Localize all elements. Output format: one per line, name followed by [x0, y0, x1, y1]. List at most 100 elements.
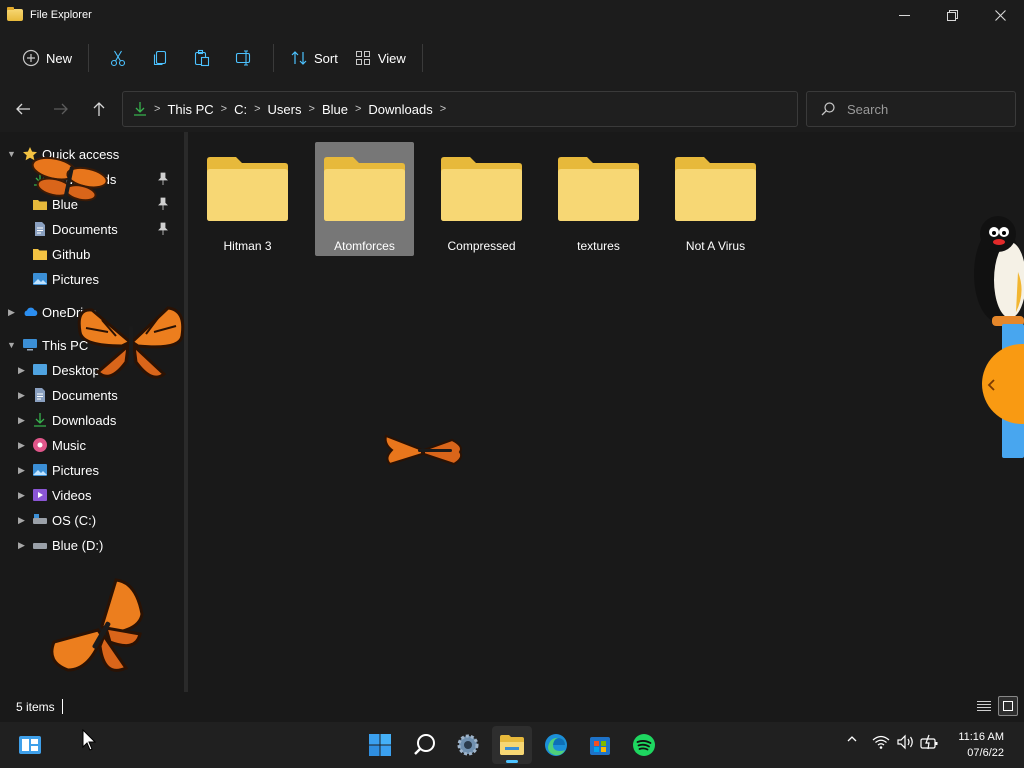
- chevron-right-icon[interactable]: ▶: [18, 365, 25, 376]
- breadcrumb-item[interactable]: Users: [268, 102, 302, 117]
- details-view-button[interactable]: [974, 696, 994, 716]
- chevron-right-icon[interactable]: ▶: [18, 490, 25, 501]
- chevron-down-icon[interactable]: ▼: [7, 149, 16, 159]
- edge-button[interactable]: [536, 726, 576, 764]
- item-count: 5 items: [16, 700, 55, 714]
- spotify-icon: [633, 734, 655, 756]
- close-icon: [994, 9, 1006, 21]
- chevron-right-icon[interactable]: ▶: [18, 515, 25, 526]
- network-status[interactable]: [872, 734, 890, 750]
- battery-charging-icon: [920, 734, 938, 750]
- arrow-right-icon: [54, 103, 68, 115]
- breadcrumb-item[interactable]: Downloads: [368, 102, 432, 117]
- battery-status[interactable]: [920, 734, 940, 750]
- pin-icon[interactable]: [158, 222, 168, 236]
- back-button[interactable]: [9, 96, 37, 122]
- chevron-up-icon[interactable]: [846, 734, 858, 744]
- sidebar-item-label: Downloads: [52, 412, 117, 428]
- butterfly-icon: [77, 306, 185, 379]
- search-input[interactable]: [847, 101, 997, 117]
- chevron-right-icon[interactable]: >: [254, 103, 260, 115]
- file-explorer-button[interactable]: [492, 726, 532, 764]
- sidebar-item-videos[interactable]: ▶ Videos: [0, 483, 184, 507]
- folder-name: Atomforces: [334, 239, 395, 253]
- drive-icon: [32, 512, 48, 528]
- chevron-down-icon[interactable]: ▼: [7, 340, 16, 350]
- sidebar-item-github[interactable]: Github: [0, 242, 184, 266]
- start-button[interactable]: [360, 726, 400, 764]
- butterfly-icon: [31, 156, 108, 202]
- penguin-widget-icon: [974, 216, 1024, 458]
- pin-icon[interactable]: [158, 172, 168, 186]
- folder-icon: [32, 246, 48, 262]
- chevron-right-icon[interactable]: >: [309, 103, 315, 115]
- search-box[interactable]: [806, 91, 1016, 127]
- arrow-left-icon: [16, 103, 30, 115]
- sidebar-item-label: Videos: [52, 487, 92, 503]
- sidebar-item-label: Documents: [52, 387, 118, 403]
- folder-name: textures: [577, 239, 620, 253]
- folder-item[interactable]: Not A Virus: [666, 142, 765, 256]
- rename-button[interactable]: [223, 42, 265, 74]
- details-view-icon: [977, 701, 991, 711]
- restore-button[interactable]: [928, 0, 976, 30]
- minimize-button[interactable]: [880, 0, 928, 30]
- widgets-icon: [19, 736, 41, 754]
- folder-item[interactable]: Compressed: [432, 142, 531, 256]
- breadcrumb-item[interactable]: Blue: [322, 102, 348, 117]
- large-icons-view-button[interactable]: [998, 696, 1018, 716]
- computer-icon: [22, 337, 38, 353]
- pin-icon[interactable]: [158, 197, 168, 211]
- breadcrumb-item[interactable]: This PC: [167, 102, 213, 117]
- sidebar-item-pictures-pc[interactable]: ▶ Pictures: [0, 458, 184, 482]
- view-button[interactable]: View: [346, 42, 414, 74]
- store-button[interactable]: [580, 726, 620, 764]
- search-button[interactable]: [405, 726, 445, 764]
- sidebar-item-music[interactable]: ▶ Music: [0, 433, 184, 457]
- address-bar[interactable]: > This PC > C: > Users > Blue > Download…: [122, 91, 798, 127]
- pictures-icon: [32, 271, 48, 287]
- widgets-button[interactable]: [10, 726, 50, 764]
- chevron-right-icon[interactable]: ▶: [18, 390, 25, 401]
- folder-item[interactable]: textures: [549, 142, 648, 256]
- title-bar: File Explorer: [0, 0, 1024, 30]
- settings-button[interactable]: [448, 726, 488, 764]
- forward-button[interactable]: [47, 96, 75, 122]
- sidebar-item-documents-pc[interactable]: ▶ Documents: [0, 383, 184, 407]
- rename-icon: [235, 50, 251, 66]
- chevron-right-icon[interactable]: >: [221, 103, 227, 115]
- clock[interactable]: 11:16 AM 07/6/22: [958, 729, 1004, 761]
- paste-button[interactable]: [181, 42, 223, 74]
- sidebar-item-blue-d[interactable]: ▶ Blue (D:): [0, 533, 184, 557]
- clock-time: 11:16 AM: [958, 731, 1004, 743]
- breadcrumb-item[interactable]: C:: [234, 102, 247, 117]
- sidebar-item-downloads-pc[interactable]: ▶ Downloads: [0, 408, 184, 432]
- volume-status[interactable]: [897, 734, 915, 750]
- sidebar-item-pictures[interactable]: Pictures: [0, 267, 184, 291]
- cut-button[interactable]: [97, 42, 139, 74]
- chevron-right-icon[interactable]: ▶: [18, 440, 25, 451]
- folder-item[interactable]: Hitman 3: [198, 142, 297, 256]
- drive-icon: [32, 537, 48, 553]
- folder-icon: [207, 157, 288, 221]
- sidebar-item-label: Blue (D:): [52, 537, 104, 553]
- sidebar-item-os-c[interactable]: ▶ OS (C:): [0, 508, 184, 532]
- up-button[interactable]: [85, 96, 113, 122]
- file-list: Hitman 3 Atomforces Compressed textures …: [188, 132, 1024, 692]
- folder-name: Not A Virus: [685, 239, 746, 253]
- chevron-right-icon[interactable]: ▶: [18, 540, 25, 551]
- spotify-button[interactable]: [624, 726, 664, 764]
- new-button[interactable]: New: [14, 42, 80, 74]
- chevron-right-icon[interactable]: ▶: [8, 307, 15, 318]
- desktop-icon: [32, 362, 48, 378]
- copy-button[interactable]: [139, 42, 181, 74]
- chevron-right-icon[interactable]: ▶: [18, 465, 25, 476]
- sidebar-item-documents[interactable]: Documents: [0, 217, 184, 241]
- chevron-right-icon[interactable]: >: [440, 103, 446, 115]
- folder-item[interactable]: Atomforces: [315, 142, 414, 256]
- sort-button[interactable]: Sort: [282, 42, 346, 74]
- close-button[interactable]: [976, 0, 1024, 30]
- chevron-right-icon[interactable]: >: [355, 103, 361, 115]
- new-label: New: [46, 50, 73, 66]
- chevron-right-icon[interactable]: ▶: [18, 415, 25, 426]
